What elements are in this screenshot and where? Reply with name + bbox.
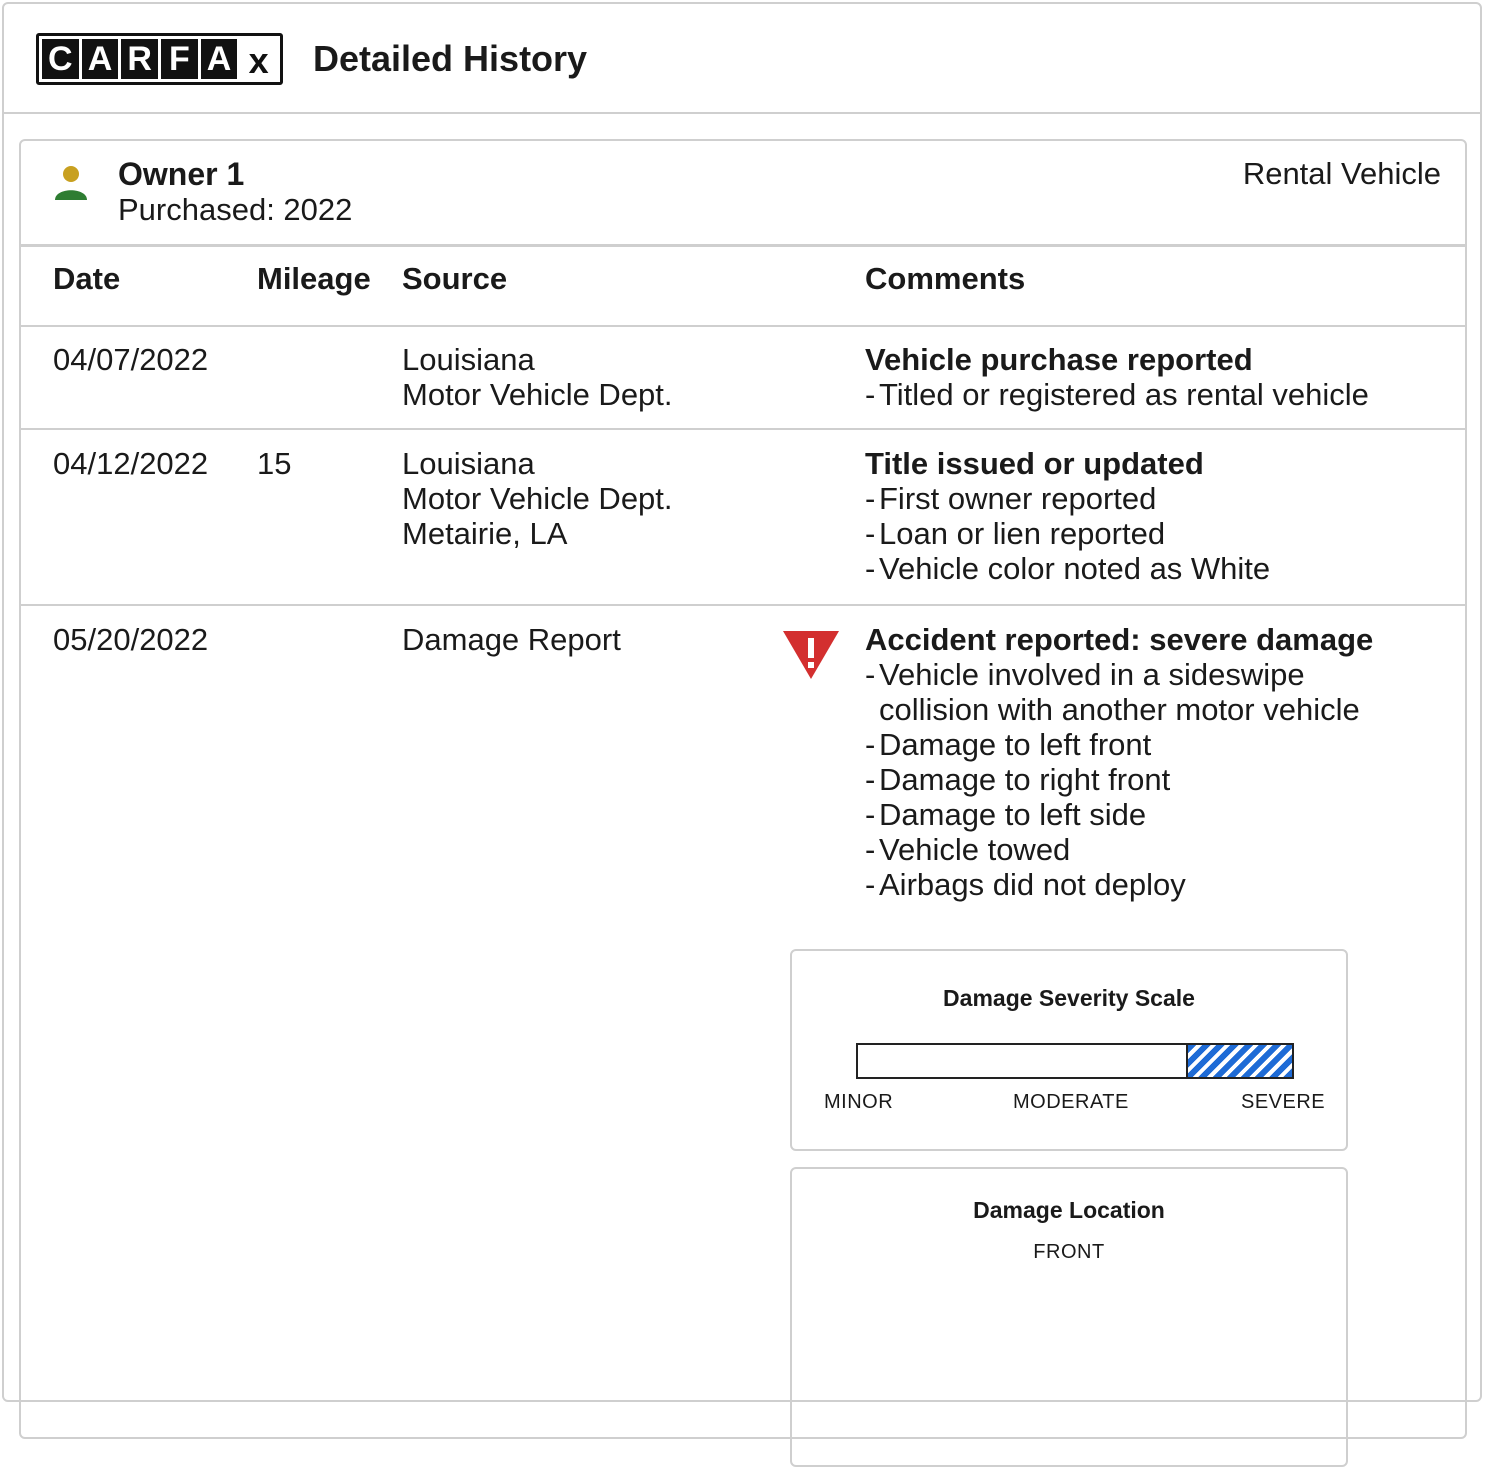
row-source: Damage Report bbox=[402, 622, 621, 657]
logo-letter: F bbox=[161, 39, 198, 79]
comment-item: Vehicle color noted as White bbox=[865, 551, 1270, 586]
source-line: Metairie, LA bbox=[402, 516, 568, 551]
comment-item: Titled or registered as rental vehicle bbox=[865, 377, 1369, 412]
row-date: 04/07/2022 bbox=[53, 342, 209, 377]
source-line: Damage Report bbox=[402, 622, 621, 657]
logo-letter: R bbox=[121, 39, 159, 79]
row-divider bbox=[21, 604, 1465, 606]
comment-item: Loan or lien reported bbox=[865, 516, 1270, 551]
comment-item: First owner reported bbox=[865, 481, 1270, 516]
damage-location: Damage Location FRONT bbox=[790, 1167, 1348, 1467]
damage-location-title: Damage Location bbox=[973, 1197, 1165, 1223]
source-line: Louisiana bbox=[402, 446, 535, 481]
source-line: Motor Vehicle Dept. bbox=[402, 481, 673, 516]
owner-bar: Owner 1 Purchased: 2022 Rental Vehicle bbox=[21, 141, 1465, 247]
owner-purchased: Purchased: 2022 bbox=[118, 192, 353, 227]
row-comments: Vehicle purchase reported Titled or regi… bbox=[865, 342, 1369, 412]
logo-letter: A bbox=[81, 39, 119, 79]
comment-item: Damage to left front bbox=[865, 727, 1373, 762]
column-header-date: Date bbox=[53, 261, 121, 296]
table-header bbox=[21, 247, 1465, 327]
severity-fill bbox=[1185, 1045, 1292, 1077]
damage-severity-scale: Damage Severity Scale MINOR MODERATE SEV… bbox=[790, 949, 1348, 1151]
comment-item: Airbags did not deploy bbox=[865, 867, 1373, 902]
owner-history-card: Owner 1 Purchased: 2022 Rental Vehicle D… bbox=[19, 139, 1467, 1467]
column-header-mileage: Mileage bbox=[257, 261, 371, 296]
logo-letter: x bbox=[240, 39, 278, 79]
row-source: Louisiana Motor Vehicle Dept. Metairie, … bbox=[402, 446, 673, 551]
report-header: C A R F A x Detailed History bbox=[2, 2, 1482, 114]
row-comments: Accident reported: severe damage Vehicle… bbox=[865, 622, 1373, 902]
severity-track bbox=[856, 1043, 1294, 1079]
logo-letter: C bbox=[42, 39, 79, 79]
row-date: 04/12/2022 bbox=[53, 446, 209, 481]
comment-item: Vehicle involved in a sideswipecollision… bbox=[865, 657, 1373, 727]
warning-icon bbox=[783, 631, 839, 679]
logo-letter: A bbox=[200, 39, 238, 79]
row-comments: Title issued or updated First owner repo… bbox=[865, 446, 1270, 586]
row-mileage: 15 bbox=[257, 446, 292, 481]
row-source: Louisiana Motor Vehicle Dept. bbox=[402, 342, 673, 412]
column-header-source: Source bbox=[402, 261, 508, 296]
owner-name: Owner 1 bbox=[118, 156, 245, 192]
page-title: Detailed History bbox=[313, 38, 588, 79]
severity-label-moderate: MODERATE bbox=[1013, 1091, 1129, 1113]
source-line: Motor Vehicle Dept. bbox=[402, 377, 673, 412]
comment-title: Title issued or updated bbox=[865, 446, 1204, 481]
row-divider bbox=[21, 428, 1465, 430]
damage-location-front-label: FRONT bbox=[1033, 1241, 1105, 1263]
comment-title: Accident reported: severe damage bbox=[865, 622, 1374, 657]
severity-label-severe: SEVERE bbox=[1241, 1091, 1326, 1113]
carfax-logo: C A R F A x bbox=[36, 33, 283, 85]
row-date: 05/20/2022 bbox=[53, 622, 209, 657]
severity-scale-title: Damage Severity Scale bbox=[943, 985, 1195, 1011]
column-header-comments: Comments bbox=[865, 261, 1026, 296]
comment-item: Damage to left side bbox=[865, 797, 1373, 832]
comment-title: Vehicle purchase reported bbox=[865, 342, 1253, 377]
severity-label-minor: MINOR bbox=[824, 1091, 894, 1113]
comment-item: Vehicle towed bbox=[865, 832, 1373, 867]
person-icon bbox=[55, 166, 87, 200]
owner-type: Rental Vehicle bbox=[1242, 156, 1441, 191]
comment-item: Damage to right front bbox=[865, 762, 1373, 797]
source-line: Louisiana bbox=[402, 342, 535, 377]
